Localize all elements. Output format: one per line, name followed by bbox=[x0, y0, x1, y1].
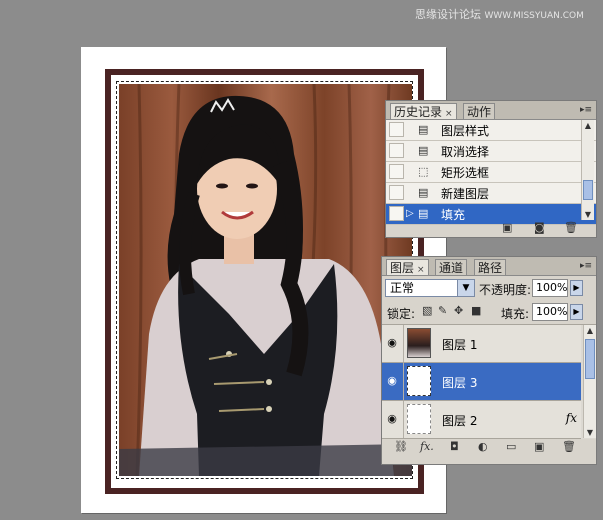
layer-divider bbox=[403, 325, 404, 362]
layer-name: 图层 1 bbox=[442, 338, 478, 352]
new-layer-icon[interactable]: ▣ bbox=[534, 440, 544, 454]
layer-name: 图层 2 bbox=[442, 414, 478, 428]
blend-mode-select[interactable]: 正常 ▼ bbox=[385, 279, 475, 297]
scroll-up-icon[interactable]: ▲ bbox=[582, 120, 594, 131]
close-icon[interactable]: × bbox=[417, 265, 425, 275]
scroll-down-icon[interactable]: ▼ bbox=[582, 209, 594, 220]
tab-history-label: 历史记录 bbox=[394, 105, 443, 119]
snapshot-camera-icon[interactable]: ◙ bbox=[534, 221, 545, 235]
tab-layers-label: 图层 bbox=[390, 261, 415, 275]
layer-row[interactable]: ◉ 图层 1 bbox=[382, 325, 581, 363]
fill-slider-arrow-icon[interactable]: ▶ bbox=[570, 304, 583, 320]
scroll-down-icon[interactable]: ▼ bbox=[584, 427, 596, 438]
snapshot-source-checkbox[interactable] bbox=[389, 164, 404, 179]
fill-input[interactable]: 100% bbox=[532, 303, 568, 321]
history-item-label: 矩形选框 bbox=[441, 166, 490, 180]
history-item-label: 图层样式 bbox=[441, 124, 490, 138]
history-item-label: 新建图层 bbox=[441, 187, 490, 201]
history-list: ▤ 图层样式 ▤ 取消选择 ⬚ 矩形选框 ▤ 新建图层 ▷ ▤ 填充 ▲ ▼ bbox=[386, 120, 596, 225]
history-tabs: 历史记录 × 动作 ▸≡ bbox=[386, 101, 596, 120]
marquee-icon: ⬚ bbox=[418, 165, 429, 178]
adjustment-layer-icon[interactable]: ◐ bbox=[478, 440, 488, 454]
lock-move-icon[interactable]: ✥ bbox=[454, 304, 463, 317]
blend-mode-value: 正常 bbox=[390, 281, 415, 295]
tab-layers[interactable]: 图层 × bbox=[386, 259, 429, 275]
layer-thumbnail bbox=[407, 366, 431, 396]
link-layers-icon[interactable]: ⛓ bbox=[394, 440, 408, 454]
close-icon[interactable]: × bbox=[445, 109, 453, 119]
history-item[interactable]: ▤ 取消选择 bbox=[386, 141, 596, 162]
watermark-url: WWW.MISSYUAN.COM bbox=[484, 11, 584, 21]
tab-history[interactable]: 历史记录 × bbox=[390, 103, 457, 119]
new-group-icon[interactable]: ▭ bbox=[506, 440, 516, 454]
layers-list: ◉ 图层 1 ◉ 图层 3 ◉ 图层 2 fx ▲ ▼ bbox=[382, 324, 596, 439]
tab-channels-label: 通道 bbox=[439, 261, 464, 275]
snapshot-source-checkbox[interactable] bbox=[389, 122, 404, 137]
layer-row[interactable]: ◉ 图层 2 fx bbox=[382, 401, 581, 439]
eye-icon[interactable]: ◉ bbox=[384, 335, 400, 351]
history-item-label: 取消选择 bbox=[441, 145, 490, 159]
eye-icon[interactable]: ◉ bbox=[384, 411, 400, 427]
marquee-selection bbox=[116, 81, 413, 479]
tab-paths[interactable]: 路径 bbox=[474, 259, 507, 275]
history-panel: 历史记录× 动作 ▸≡ ▤ 图层样式 ▤ 取消选择 ⬚ 矩形选框 ▤ 新建图层 bbox=[385, 100, 597, 238]
lock-row: 锁定: ▧ ✎ ✥ ■ 填充: 100% ▶ bbox=[382, 300, 596, 324]
opacity-input[interactable]: 100% bbox=[532, 279, 568, 297]
layer-effects-icon[interactable]: fx bbox=[566, 411, 577, 425]
fill-label: 填充: bbox=[501, 307, 530, 321]
tab-actions-label: 动作 bbox=[467, 105, 492, 119]
trash-icon[interactable]: 🗑 bbox=[562, 440, 576, 454]
tab-paths-label: 路径 bbox=[478, 261, 503, 275]
history-item[interactable]: ▤ 图层样式 bbox=[386, 120, 596, 141]
layers-footer: ⛓ fx. ◘ ◐ ▭ ▣ 🗑 bbox=[382, 439, 596, 457]
scroll-thumb[interactable] bbox=[585, 339, 595, 379]
snapshot-source-checkbox[interactable] bbox=[389, 185, 404, 200]
snapshot-source-checkbox[interactable] bbox=[389, 143, 404, 158]
chevron-down-icon: ▼ bbox=[457, 280, 474, 296]
scroll-up-icon[interactable]: ▲ bbox=[584, 325, 596, 336]
add-layer-style-icon[interactable]: fx. bbox=[420, 440, 434, 454]
layers-panel: 图层 × 通道 路径 ▸≡ 正常 ▼ 不透明度: 100% ▶ 锁定: ▧ ✎ ✥… bbox=[381, 256, 597, 465]
lock-label: 锁定: bbox=[387, 307, 416, 321]
layer-thumbnail bbox=[407, 328, 431, 358]
opacity-slider-arrow-icon[interactable]: ▶ bbox=[570, 280, 583, 296]
state-icon: ▤ bbox=[418, 144, 429, 157]
add-mask-icon[interactable]: ◘ bbox=[450, 440, 459, 454]
trash-icon[interactable]: 🗑 bbox=[564, 221, 578, 235]
snapshot-source-checkbox[interactable] bbox=[389, 206, 404, 221]
state-icon: ▤ bbox=[418, 186, 429, 199]
layers-tabs: 图层 × 通道 路径 ▸≡ bbox=[382, 257, 596, 276]
panel-menu-icon[interactable]: ▸≡ bbox=[580, 105, 592, 115]
layer-thumbnail bbox=[407, 404, 431, 434]
lock-all-icon[interactable]: ■ bbox=[471, 304, 481, 317]
state-icon: ▤ bbox=[418, 123, 429, 136]
history-brush-pointer-icon: ▷ bbox=[406, 208, 414, 219]
tab-actions[interactable]: 动作 bbox=[463, 103, 496, 119]
layers-scrollbar[interactable]: ▲ ▼ bbox=[583, 325, 596, 438]
history-item[interactable]: ⬚ 矩形选框 bbox=[386, 162, 596, 183]
history-footer: ▣ ◙ 🗑 bbox=[386, 220, 596, 236]
eye-icon[interactable]: ◉ bbox=[384, 373, 400, 389]
watermark: 思缘设计论坛 WWW.MISSYUAN.COM bbox=[415, 6, 584, 22]
history-scrollbar[interactable]: ▲ ▼ bbox=[581, 120, 594, 220]
lock-transparent-icon[interactable]: ▧ bbox=[422, 304, 432, 317]
layer-divider bbox=[403, 363, 404, 400]
lock-brush-icon[interactable]: ✎ bbox=[438, 304, 447, 317]
blend-row: 正常 ▼ 不透明度: 100% ▶ bbox=[382, 276, 596, 300]
new-document-icon[interactable]: ▣ bbox=[502, 221, 512, 235]
watermark-text: 思缘设计论坛 bbox=[415, 8, 481, 21]
layer-divider bbox=[403, 401, 404, 438]
scroll-thumb[interactable] bbox=[583, 180, 593, 200]
tab-channels[interactable]: 通道 bbox=[435, 259, 468, 275]
state-icon: ▤ bbox=[418, 207, 429, 220]
opacity-label: 不透明度: bbox=[479, 283, 532, 297]
layer-row-selected[interactable]: ◉ 图层 3 bbox=[382, 363, 581, 401]
panel-menu-icon[interactable]: ▸≡ bbox=[580, 261, 592, 271]
history-item[interactable]: ▤ 新建图层 bbox=[386, 183, 596, 204]
layer-name: 图层 3 bbox=[442, 376, 478, 390]
